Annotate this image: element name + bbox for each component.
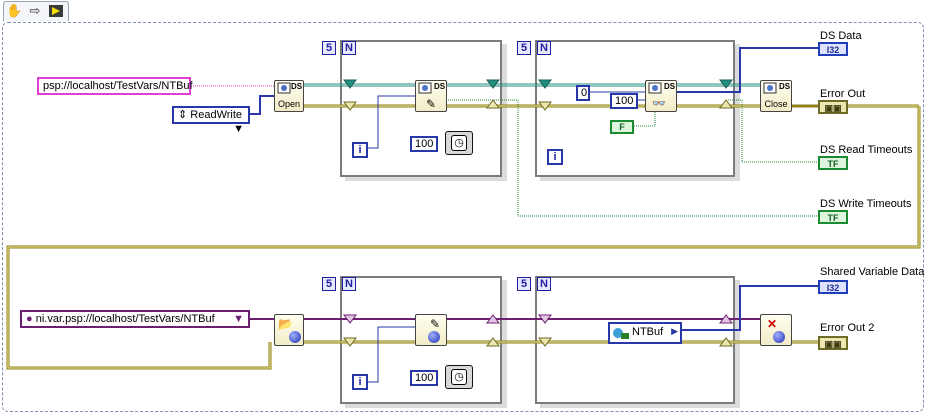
pencil-icon: ✎ — [426, 97, 437, 111]
ds-write-tag: DS — [434, 82, 446, 91]
ds-open-node[interactable]: DS Open — [274, 80, 304, 112]
close-x-icon: ✕ — [767, 317, 778, 331]
error-out-2-label: Error Out 2 — [820, 322, 875, 334]
variable-icon — [428, 331, 440, 343]
datasocket-icon — [418, 82, 432, 94]
ds-read-node[interactable]: DS 👓 — [645, 80, 677, 112]
ds-read-tag: DS — [664, 82, 676, 91]
ds-data-indicator[interactable]: I32 — [818, 42, 848, 56]
ds-open-tag: DS — [291, 82, 303, 91]
shared-variable-node[interactable]: NTBuf ▶ — [608, 322, 682, 344]
shared-variable-data-label: Shared Variable Data — [820, 266, 925, 278]
open-variable-connection-node[interactable]: 📂 — [274, 314, 304, 346]
refnum-type-icon: ● — [26, 313, 33, 325]
loop-count-terminal: N — [537, 277, 551, 291]
folder-icon: 📂 — [278, 317, 293, 331]
wait-ms-constant[interactable]: 100 — [410, 136, 439, 152]
write-variable-node[interactable]: ✎ — [415, 314, 447, 346]
shared-variable-name: NTBuf — [632, 326, 664, 338]
ds-read-timeouts-label: DS Read Timeouts — [820, 144, 913, 156]
loop-count-constant[interactable]: 5 — [517, 41, 531, 55]
network-variable-icon — [612, 326, 630, 340]
ds-write-timeouts-label: DS Write Timeouts — [820, 198, 912, 210]
enum-arrows-icon: ⇕ — [178, 109, 188, 121]
access-mode-enum[interactable]: ⇕ ReadWrite ▼ — [172, 106, 250, 135]
refnum-path-value: ni.var.psp://localhost/TestVars/NTBuf — [35, 313, 215, 325]
shared-variable-data-type: I32 — [826, 283, 840, 293]
access-mode-value: ReadWrite — [190, 109, 243, 121]
wait-ms-constant[interactable]: 100 — [410, 370, 439, 386]
refnum-path-control[interactable]: ● ni.var.psp://localhost/TestVars/NTBuf … — [20, 310, 250, 328]
error-out-indicator[interactable]: ▣▣ — [818, 100, 848, 114]
dropdown-arrow-icon[interactable]: ▼ — [233, 312, 244, 326]
url-string-value: psp://localhost/TestVars/NTBuf — [43, 80, 193, 92]
loop-count-constant[interactable]: 5 — [322, 41, 336, 55]
ds-read-timeouts-indicator[interactable]: TF — [818, 156, 848, 170]
watch-icon: ◷ — [451, 135, 467, 151]
tunnels — [343, 79, 733, 347]
shared-variable-data-indicator[interactable]: I32 — [818, 280, 848, 294]
boolean-constant-value: F — [619, 122, 625, 132]
iteration-terminal: i — [352, 374, 368, 390]
datasocket-icon — [648, 82, 662, 94]
ds-close-label: Close — [764, 99, 788, 109]
loop-count-terminal: N — [342, 41, 356, 55]
offset-constant[interactable]: 0 — [576, 85, 590, 101]
iteration-terminal: i — [352, 142, 368, 158]
iteration-terminal: i — [547, 149, 563, 165]
wait-function[interactable]: ◷ — [445, 365, 473, 389]
loop-count-terminal: N — [537, 41, 551, 55]
ds-data-label: DS Data — [820, 30, 862, 42]
datasocket-icon — [763, 82, 777, 94]
variable-icon — [773, 331, 785, 343]
datasocket-icon — [277, 82, 291, 94]
url-string-control[interactable]: psp://localhost/TestVars/NTBuf — [37, 77, 193, 95]
ds-read-timeouts-type: TF — [827, 159, 839, 169]
error-cluster-icon: ▣▣ — [824, 103, 842, 113]
variable-icon — [289, 331, 301, 343]
watch-icon: ◷ — [451, 369, 467, 385]
error-cluster-icon: ▣▣ — [824, 339, 842, 349]
ds-open-label: Open — [277, 99, 301, 109]
ds-data-type: I32 — [826, 45, 840, 55]
loop-count-terminal: N — [342, 277, 356, 291]
ds-write-node[interactable]: DS ✎ — [415, 80, 447, 112]
glasses-icon: 👓 — [652, 98, 666, 110]
wait-function[interactable]: ◷ — [445, 131, 473, 155]
loop-count-constant[interactable]: 5 — [322, 277, 336, 291]
output-arrow-icon: ▶ — [671, 326, 678, 336]
dropdown-arrow-icon[interactable]: ▼ — [233, 122, 244, 136]
close-variable-connection-node[interactable]: ✕ — [760, 314, 792, 346]
ds-write-timeouts-indicator[interactable]: TF — [818, 210, 848, 224]
ds-close-node[interactable]: DS Close — [760, 80, 792, 112]
error-out-2-indicator[interactable]: ▣▣ — [818, 336, 848, 350]
error-out-label: Error Out — [820, 88, 866, 100]
boolean-constant[interactable]: F — [610, 120, 634, 134]
pencil-icon: ✎ — [430, 317, 441, 331]
ds-write-timeouts-type: TF — [827, 213, 839, 223]
ds-close-tag: DS — [779, 82, 791, 91]
loop-count-constant[interactable]: 5 — [517, 277, 531, 291]
timeout-constant[interactable]: 100 — [610, 93, 639, 109]
